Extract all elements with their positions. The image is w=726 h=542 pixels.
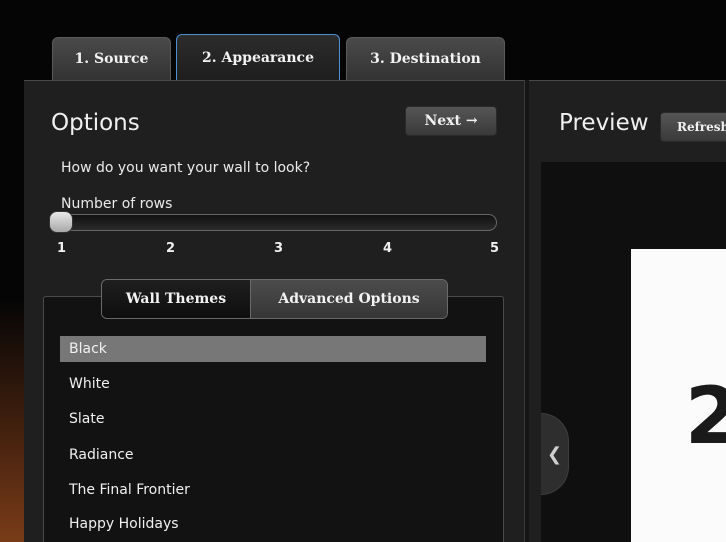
options-segmented-control: Wall Themes Advanced Options bbox=[101, 279, 448, 319]
slider-tick: 2 bbox=[166, 241, 176, 256]
slider-tick: 1 bbox=[57, 241, 67, 256]
preview-digit: 2 bbox=[685, 372, 726, 462]
rows-slider-track[interactable] bbox=[51, 214, 497, 231]
chevron-left-icon: ❮ bbox=[546, 443, 563, 465]
slider-tick: 4 bbox=[383, 241, 393, 256]
slider-tick: 5 bbox=[490, 241, 500, 256]
theme-item-final-frontier[interactable]: The Final Frontier bbox=[60, 477, 486, 503]
theme-item-white[interactable]: White bbox=[60, 371, 486, 397]
rows-slider-thumb[interactable] bbox=[49, 211, 73, 233]
tab-source[interactable]: 1. Source bbox=[52, 37, 171, 80]
next-button[interactable]: Next → bbox=[405, 106, 497, 136]
theme-item-black[interactable]: Black bbox=[60, 336, 486, 362]
tab-destination[interactable]: 3. Destination bbox=[346, 37, 505, 80]
slider-tick: 3 bbox=[274, 241, 284, 256]
app-window: 1. Source 2. Appearance 3. Destination O… bbox=[0, 0, 726, 542]
rows-label: Number of rows bbox=[61, 196, 173, 212]
tab-appearance[interactable]: 2. Appearance bbox=[176, 34, 340, 80]
refresh-button[interactable]: Refresh bbox=[660, 112, 726, 142]
wall-themes-tab[interactable]: Wall Themes bbox=[102, 280, 250, 318]
question-label: How do you want your wall to look? bbox=[61, 160, 311, 176]
theme-item-slate[interactable]: Slate bbox=[60, 406, 486, 432]
preview-title: Preview bbox=[559, 110, 649, 136]
theme-item-happy-holidays[interactable]: Happy Holidays bbox=[60, 511, 486, 537]
advanced-options-tab[interactable]: Advanced Options bbox=[250, 280, 447, 318]
options-title: Options bbox=[51, 110, 140, 136]
background-glow bbox=[0, 300, 24, 542]
theme-item-radiance[interactable]: Radiance bbox=[60, 442, 486, 468]
